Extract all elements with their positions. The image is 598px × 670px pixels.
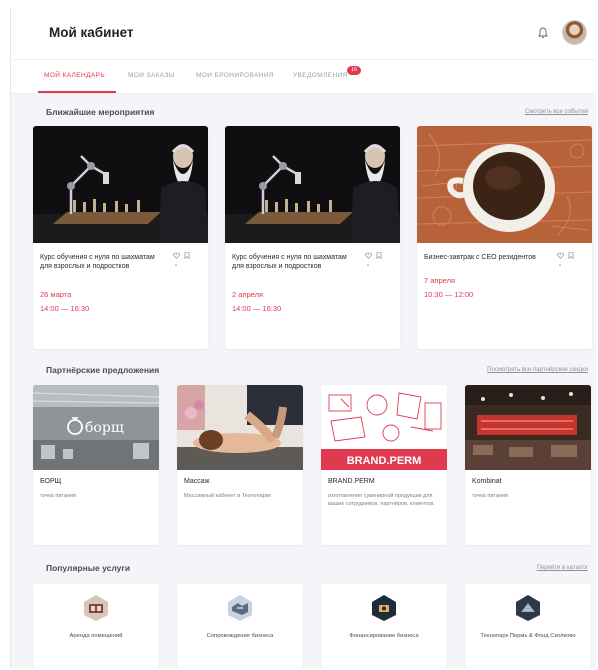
chess-robot-photo — [225, 126, 400, 243]
partner-card[interactable]: Массаж Массажный кабинет в Технопарке — [177, 385, 303, 545]
technopark-building-icon — [515, 594, 541, 622]
top-bar: Мой кабинет — [11, 8, 596, 60]
status-dot — [367, 264, 369, 266]
app-frame: Мой кабинет МОЙ КАЛЕНДАРЬ МОИ ЗАКАЗЫ МОИ… — [10, 8, 596, 668]
service-card[interactable]: Аренда помещений — [33, 584, 159, 668]
massage-photo — [177, 385, 303, 470]
user-avatar[interactable] — [562, 20, 587, 45]
status-dot — [559, 264, 561, 266]
finance-icon — [371, 594, 397, 622]
partner-description: точка питания — [40, 493, 77, 499]
bookmark-icon[interactable] — [568, 252, 574, 259]
event-time: 10:30 — 12:00 — [424, 290, 474, 299]
partner-name: БОРЩ — [40, 478, 62, 485]
borsch-cafe-photo: борщ — [33, 385, 159, 470]
event-title: Бизнес-завтрак с CEO резидентов — [424, 254, 536, 261]
partners-section-title: Партнёрские предложения — [46, 365, 160, 375]
event-title: Курс обучения с нуля по шахматам для взр… — [232, 254, 347, 270]
heart-icon[interactable] — [173, 252, 180, 259]
partner-name: Массаж — [184, 478, 210, 485]
partner-description: Массажный кабинет в Технопарке — [184, 493, 272, 499]
event-actions — [173, 252, 190, 259]
partner-description: изготовление сувенирной продукции для ва… — [328, 493, 435, 507]
tab-my-calendar[interactable]: МОЙ КАЛЕНДАРЬ — [44, 72, 105, 79]
brand-perm-logo-text: BRAND.PERM — [347, 455, 422, 467]
heart-icon[interactable] — [557, 252, 564, 259]
tab-my-bookings[interactable]: МОИ БРОНИРОВАНИЯ — [196, 72, 274, 79]
event-date: 2 апреля — [232, 290, 264, 299]
event-date: 7 апреля — [424, 276, 456, 285]
chess-robot-photo — [33, 126, 208, 243]
service-card[interactable]: Финансирование бизнеса — [321, 584, 447, 668]
events-section-title: Ближайшие мероприятия — [46, 107, 155, 117]
service-label: Технопарк Пермь & Фонд Сколково — [480, 633, 576, 639]
status-dot — [175, 264, 177, 266]
service-card[interactable]: Сопровождение бизнеса — [177, 584, 303, 668]
partner-name: BRAND.PERM — [328, 478, 375, 485]
services-section-title: Популярные услуги — [46, 563, 131, 573]
notifications-badge: 16 — [347, 66, 361, 75]
active-tab-indicator — [38, 91, 116, 93]
partner-description: точка питания — [472, 493, 509, 499]
handshake-icon — [227, 594, 253, 622]
all-events-link[interactable]: Смотреть все события — [525, 109, 588, 115]
office-room-icon — [83, 594, 109, 622]
service-label: Сопровождение бизнеса — [206, 633, 274, 639]
event-card[interactable]: Бизнес-завтрак с CEO резидентов 7 апреля… — [417, 126, 592, 349]
bookmark-icon[interactable] — [184, 252, 190, 259]
event-actions — [365, 252, 382, 259]
service-card[interactable]: Технопарк Пермь & Фонд Сколково — [465, 584, 591, 668]
heart-icon[interactable] — [365, 252, 372, 259]
event-actions — [557, 252, 574, 259]
partner-name: Kombinat — [472, 478, 502, 485]
coffee-cup-photo — [417, 126, 592, 243]
partner-card[interactable]: Kombinat точка питания — [465, 385, 591, 545]
service-label: Аренда помещений — [69, 633, 123, 639]
tab-notifications[interactable]: УВЕДОМЛЕНИЯ — [293, 72, 348, 79]
event-title: Курс обучения с нуля по шахматам для взр… — [40, 254, 155, 270]
all-partner-discounts-link[interactable]: Посмотреть все партнёрские скидки — [487, 367, 588, 373]
bell-icon[interactable] — [535, 24, 551, 42]
event-time: 14:00 — 16:30 — [40, 304, 90, 313]
catalog-link[interactable]: Перейти в каталог — [537, 565, 588, 571]
partner-card[interactable]: BRAND.PERM BRAND.PERM изготовление сувен… — [321, 385, 447, 545]
borsch-logo-text: борщ — [85, 420, 124, 436]
kombinat-hall-photo — [465, 385, 591, 470]
event-card[interactable]: Курс обучения с нуля по шахматам для взр… — [225, 126, 400, 349]
tab-my-orders[interactable]: МОИ ЗАКАЗЫ — [128, 72, 175, 79]
brand-perm-banner: BRAND.PERM — [321, 385, 447, 470]
partner-card[interactable]: борщ БОРЩ точка питания — [33, 385, 159, 545]
service-label: Финансирование бизнеса — [349, 633, 419, 639]
tab-bar: МОЙ КАЛЕНДАРЬ МОИ ЗАКАЗЫ МОИ БРОНИРОВАНИ… — [11, 60, 596, 94]
bookmark-icon[interactable] — [376, 252, 382, 259]
event-time: 14:00 — 16:30 — [232, 304, 282, 313]
event-card[interactable]: Курс обучения с нуля по шахматам для взр… — [33, 126, 208, 349]
page-title: Мой кабинет — [49, 25, 134, 40]
event-date: 26 марта — [40, 290, 72, 299]
